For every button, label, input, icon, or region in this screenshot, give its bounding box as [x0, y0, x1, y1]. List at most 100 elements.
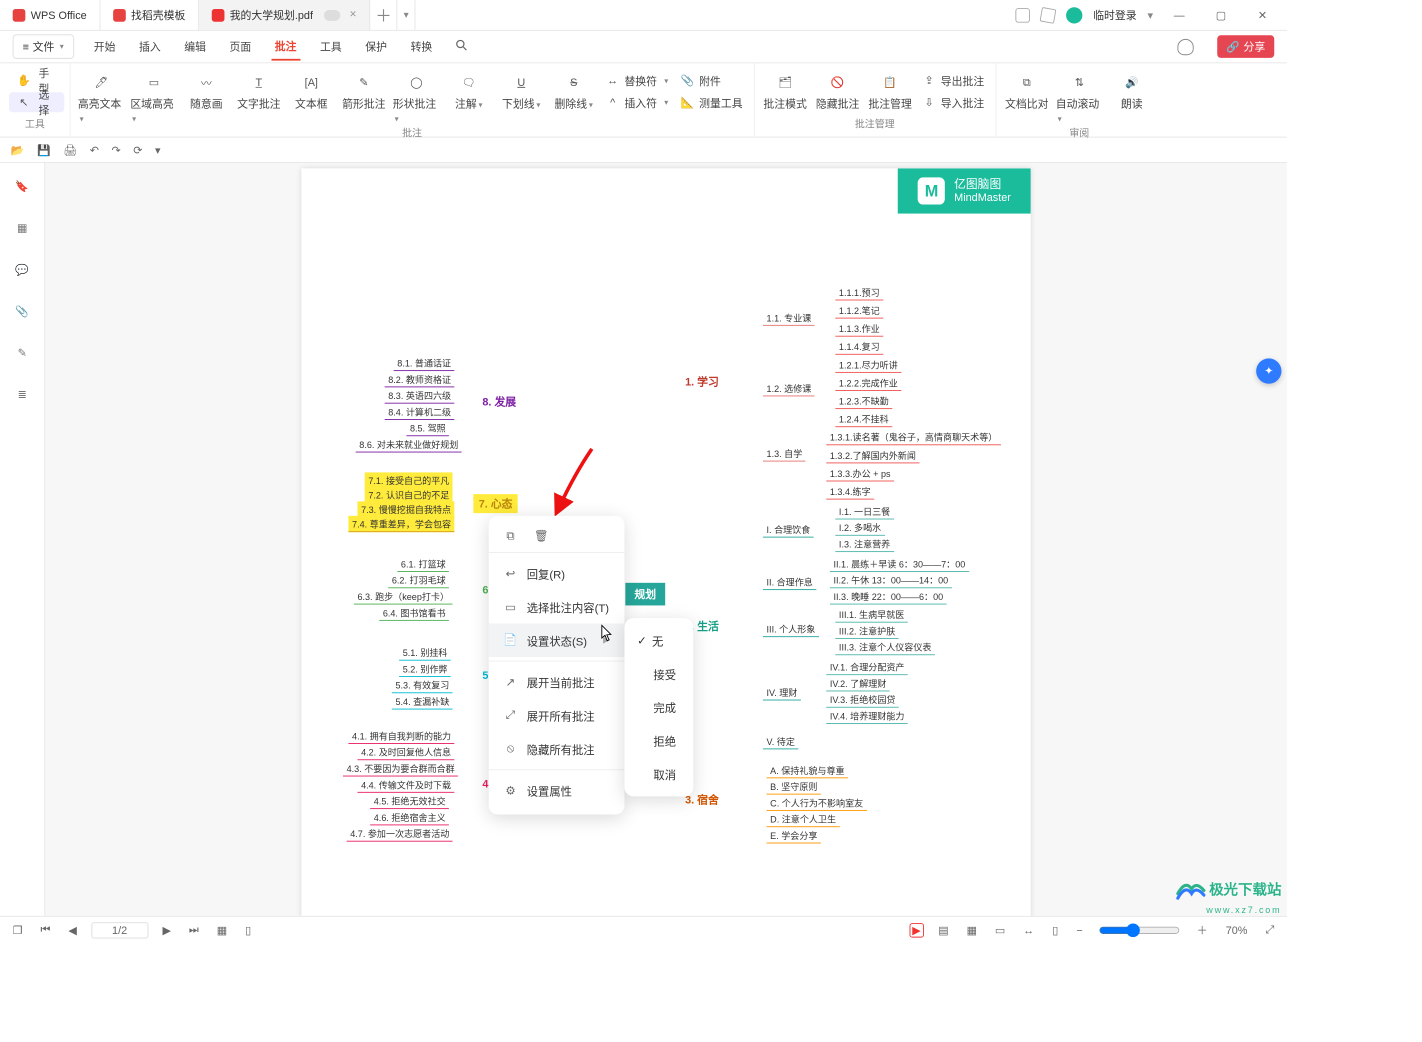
attach-button[interactable]: 📎附件	[676, 71, 748, 91]
sb-last-page[interactable]: ⏭	[185, 921, 202, 938]
hide-annot-button[interactable]: 🚫隐藏批注	[812, 71, 863, 114]
sb-view-mode-4[interactable]: ▯	[1049, 922, 1062, 938]
callout-button[interactable]: ✎箭形批注	[338, 71, 389, 114]
sb-view-mode-1[interactable]: ▤	[935, 922, 953, 938]
ctx-copy[interactable]: ⧉ 🗑	[489, 523, 625, 548]
sidebar-layers-icon[interactable]: ≣	[11, 384, 33, 406]
strike-button[interactable]: S删除线▾	[548, 71, 599, 114]
close-icon[interactable]: ✕	[349, 10, 357, 20]
share-button[interactable]: 🔗 分享	[1217, 35, 1274, 58]
qa-dropdown-icon[interactable]: ▾	[155, 143, 160, 156]
highlight-text-button[interactable]: 🖊高亮文本▾	[76, 71, 127, 126]
annot-mode-button[interactable]: 🗂批注模式	[760, 71, 811, 114]
avatar-icon[interactable]	[1066, 7, 1082, 23]
tab-convert[interactable]: 转换	[407, 33, 436, 59]
sb-zoom-out[interactable]: −	[1073, 922, 1087, 938]
replace-button[interactable]: ↔替换符▾	[601, 71, 674, 91]
tab-edit[interactable]: 编辑	[181, 33, 210, 59]
autoscroll-button[interactable]: ⇅自动滚动▾	[1054, 71, 1105, 126]
sb-zoom-value[interactable]: 70%	[1222, 922, 1251, 938]
select-tool[interactable]: ↖选择	[9, 92, 64, 112]
ctx-status-done[interactable]: 完成	[624, 691, 693, 724]
tab-insert[interactable]: 插入	[135, 33, 164, 59]
sb-thumbnail-view[interactable]: ▦	[213, 922, 231, 938]
note-button[interactable]: 🗨注解▾	[443, 71, 494, 114]
sb-fit-width[interactable]: ↔	[1020, 922, 1038, 938]
ctx-status-reject[interactable]: 拒绝	[624, 724, 693, 757]
qa-refresh-icon[interactable]: ⟳	[133, 143, 142, 156]
sb-zoom-in[interactable]: ＋	[1193, 920, 1211, 939]
ctx-expand-current[interactable]: ↗ 展开当前批注	[489, 665, 625, 698]
titlebar-icon-1[interactable]	[1015, 8, 1029, 22]
sidebar-signature-icon[interactable]: ✎	[11, 342, 33, 364]
textbox-button[interactable]: [A]文本框	[286, 71, 337, 114]
export-annot-button[interactable]: ⇪导出批注	[917, 71, 989, 91]
sb-fullscreen[interactable]: ⤢	[1262, 921, 1278, 938]
qa-redo-icon[interactable]: ↷	[111, 143, 120, 156]
ctx-status-cancel[interactable]: 取消	[624, 757, 693, 790]
sb-first-page[interactable]: ⏮	[37, 921, 54, 938]
node-2-4: IV. 理财	[763, 684, 801, 700]
compare-button[interactable]: ⧉文档比对	[1001, 71, 1052, 114]
tab-current-file[interactable]: 我的大学规划.pdf ✕	[199, 0, 370, 30]
head-7: 7. 心态	[473, 494, 518, 513]
ctx-status-accept[interactable]: 接受	[624, 657, 693, 690]
window-maximize[interactable]: ▢	[1205, 0, 1236, 30]
tab-annotate[interactable]: 批注	[271, 33, 300, 61]
annot-manager-button[interactable]: 📋批注管理	[865, 71, 916, 114]
qa-undo-icon[interactable]: ↶	[90, 143, 99, 156]
tab-protect[interactable]: 保护	[362, 33, 391, 59]
measure-button[interactable]: 📐测量工具	[676, 92, 748, 112]
sidebar-comments-icon[interactable]: 💬	[11, 259, 33, 281]
tab-search[interactable]	[452, 34, 470, 58]
underline-button[interactable]: U下划线▾	[496, 71, 547, 114]
sidebar-thumbnails-icon[interactable]: ▦	[11, 217, 33, 239]
area-highlight-button[interactable]: ▭区域高亮▾	[129, 71, 180, 126]
window-close[interactable]: ✕	[1247, 0, 1278, 30]
insert-mark-button[interactable]: ^插入符▾	[601, 92, 674, 112]
sb-view-mode-3[interactable]: ▭	[991, 922, 1009, 938]
ctx-expand-all[interactable]: ⤢ 展开所有批注	[489, 699, 625, 732]
sb-play-icon[interactable]: ▶	[909, 923, 923, 937]
sidebar-attachments-icon[interactable]: 📎	[11, 300, 33, 322]
ctx-status-none[interactable]: ✓无	[624, 624, 693, 657]
cloud-icon[interactable]	[1177, 38, 1193, 54]
tab-page[interactable]: 页面	[226, 33, 255, 59]
ribbon-group-annot: 🖊高亮文本▾ ▭区域高亮▾ 〰随意画 T̲文字批注 [A]文本框 ✎箭形批注 ◯…	[71, 63, 755, 136]
new-tab-button[interactable]: ＋	[370, 0, 397, 30]
file-menu[interactable]: ≡ 文件 ▾	[13, 34, 74, 58]
titlebar-icon-2[interactable]	[1040, 7, 1057, 24]
shape-annot-button[interactable]: ◯形状批注▾	[391, 71, 442, 126]
qa-save-icon[interactable]: 💾	[37, 143, 51, 156]
sb-zoom-slider[interactable]	[1099, 923, 1180, 937]
ctx-select-annot[interactable]: ▭ 选择批注内容(T)	[489, 590, 625, 623]
import-annot-button[interactable]: ⇩导入批注	[917, 92, 989, 112]
ctx-hide-all[interactable]: ⦸ 隐藏所有批注	[489, 732, 625, 765]
sb-prev-page[interactable]: ◀	[65, 922, 81, 938]
trash-icon[interactable]: 🗑	[534, 529, 548, 543]
sb-view-mode-2[interactable]: ▦	[963, 922, 981, 938]
window-minimize[interactable]: —	[1164, 0, 1195, 30]
qa-open-icon[interactable]: 📂	[11, 143, 25, 156]
read-aloud-button[interactable]: 🔊朗读	[1106, 71, 1157, 114]
sb-next-page[interactable]: ▶	[159, 922, 175, 938]
tab-start[interactable]: 开始	[90, 33, 119, 59]
ctx-properties[interactable]: ⚙ 设置属性	[489, 774, 625, 807]
tab-tools[interactable]: 工具	[316, 33, 345, 59]
sb-page-indicator[interactable]: 1/2	[91, 922, 148, 938]
ctx-reply[interactable]: ↩ 回复(R)	[489, 557, 625, 590]
sb-sidebar-toggle[interactable]: ❐	[9, 922, 26, 938]
qa-print-icon[interactable]: 🖨	[63, 143, 77, 156]
new-tab-dropdown[interactable]: ▾	[398, 0, 416, 30]
login-label[interactable]: 临时登录	[1093, 7, 1136, 22]
node-2-3: III. 个人形象	[763, 621, 819, 637]
tab-templates[interactable]: 找稻壳模板	[100, 0, 199, 30]
freehand-button[interactable]: 〰随意画	[181, 71, 232, 114]
sb-single-page[interactable]: ▯	[242, 922, 255, 938]
floating-assist-button[interactable]: ✦	[1256, 358, 1281, 383]
app-tab[interactable]: WPS Office	[0, 0, 100, 30]
text-annot-button[interactable]: T̲文字批注	[233, 71, 284, 114]
speaker-icon: 🔊	[1122, 72, 1142, 92]
sidebar-bookmark-icon[interactable]: 🔖	[11, 176, 33, 198]
page-area[interactable]: M 亿图脑图 MindMaster 规划 1. 学习 2. 生活 3. 宿舍 4…	[45, 163, 1287, 916]
